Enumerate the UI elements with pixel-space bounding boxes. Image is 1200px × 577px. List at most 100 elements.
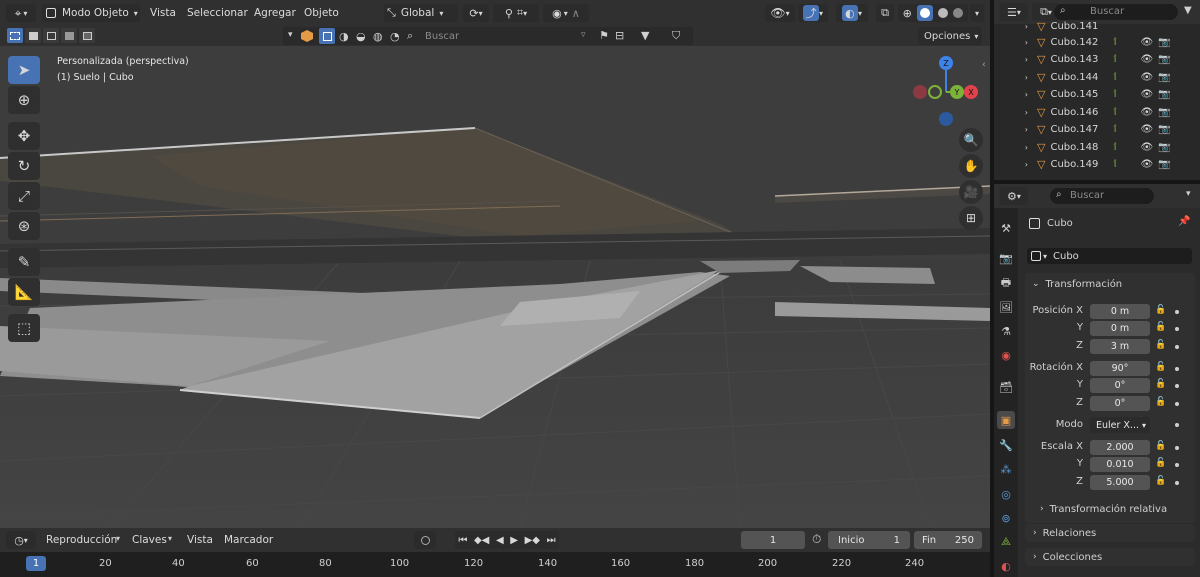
measure-tool[interactable]: 📐 <box>8 278 40 306</box>
camera-icon[interactable]: 📷 <box>1158 159 1170 170</box>
expand-arrow-icon[interactable]: › <box>994 73 1028 82</box>
outliner-row[interactable]: › ▽ Cubo.148 ٲ 👁 📷 <box>994 139 1200 156</box>
editor-type-button[interactable]: ⌖ ▾ <box>6 4 36 22</box>
collections-panel[interactable]: › Colecciones <box>1025 548 1195 566</box>
scale-tool[interactable]: ⤢ <box>8 182 40 210</box>
location-y-field[interactable]: 0 m <box>1090 321 1150 336</box>
scale-x-field[interactable]: 2.000 <box>1090 440 1150 455</box>
keyframe-dot-icon[interactable] <box>1175 446 1179 450</box>
eye-icon[interactable]: 👁 <box>1140 107 1153 118</box>
stopwatch-icon[interactable]: ⏱ <box>812 532 821 547</box>
select-invert-icon[interactable] <box>61 28 77 43</box>
physics-tab-icon[interactable]: ◎ <box>997 485 1015 503</box>
properties-search-input[interactable]: ⌕ Buscar <box>1050 188 1154 204</box>
world-filter-icon[interactable]: ◒ <box>356 30 366 43</box>
lock-icon[interactable]: 🔓 <box>1155 441 1166 451</box>
keyframe-dot-icon[interactable] <box>1175 345 1179 349</box>
options-dropdown[interactable]: Opciones ▾ <box>918 27 982 45</box>
clear-icon[interactable]: ▿ <box>581 30 586 40</box>
rotation-z-field[interactable]: 0° <box>1090 396 1150 411</box>
current-frame-field[interactable]: 1 <box>741 531 805 549</box>
scale-z-field[interactable]: 5.000 <box>1090 475 1150 490</box>
visibility-dropdown[interactable]: 👁 ▾ <box>765 4 795 22</box>
eye-icon[interactable]: 👁 <box>1140 142 1153 153</box>
keyframe-dot-icon[interactable] <box>1175 327 1179 331</box>
wireframe-shading-icon[interactable]: ⊕ <box>903 7 912 20</box>
camera-icon[interactable]: 📷 <box>1158 142 1170 153</box>
search-input[interactable]: Buscar <box>425 31 459 42</box>
rendered-shading-icon[interactable] <box>953 8 964 18</box>
menu-seleccionar[interactable]: Seleccionar <box>187 7 248 19</box>
eye-icon[interactable]: 👁 <box>1140 89 1153 100</box>
view-layer-tab-icon[interactable]: 🖼 <box>997 298 1015 316</box>
particles-tab-icon[interactable]: ⁂ <box>997 460 1015 478</box>
lock-icon[interactable]: 🔓 <box>1155 340 1166 350</box>
lock-icon[interactable]: 🔓 <box>1155 362 1166 372</box>
transform-panel-header[interactable]: ⌄ Transformación <box>1025 276 1195 292</box>
properties-editor-type-button[interactable]: ⚙ ▾ <box>1000 187 1028 205</box>
zoom-button[interactable]: 🔍 <box>959 128 983 152</box>
menu-vista-timeline[interactable]: Vista <box>187 534 213 546</box>
menu-objeto[interactable]: Objeto <box>304 7 339 19</box>
play-reverse-icon[interactable]: ◀ <box>496 535 504 546</box>
start-frame-field[interactable]: Inicio 1 <box>828 531 910 549</box>
object-tab-icon[interactable]: ▣ <box>997 411 1015 429</box>
expand-arrow-icon[interactable]: › <box>994 108 1028 117</box>
camera-icon[interactable]: 📷 <box>1158 54 1170 65</box>
scale-y-field[interactable]: 0.010 <box>1090 457 1150 472</box>
camera-icon[interactable]: 📷 <box>1158 107 1170 118</box>
relations-panel[interactable]: › Relaciones <box>1025 524 1195 542</box>
delta-transform-subpanel[interactable]: › Transformación relativa <box>1040 502 1190 516</box>
mode-dropdown[interactable]: Modo Objeto ▾ <box>42 4 140 22</box>
lock-icon[interactable]: 🔓 <box>1155 476 1166 486</box>
select-intersect-icon[interactable] <box>79 28 95 43</box>
location-x-field[interactable]: 0 m <box>1090 304 1150 319</box>
axis-x-icon[interactable]: X <box>964 85 978 99</box>
orientation-dropdown[interactable]: ⤡ Global ▾ <box>384 4 458 22</box>
object-name-field[interactable]: ▾ Cubo <box>1027 248 1192 264</box>
menu-agregar[interactable]: Agregar <box>254 7 296 19</box>
menu-claves[interactable]: Claves <box>132 534 167 546</box>
lock-icon[interactable]: 🔓 <box>1155 397 1166 407</box>
keyframe-dot-icon[interactable] <box>1175 367 1179 371</box>
pan-button[interactable]: ✋ <box>959 154 983 178</box>
keyframe-dot-icon[interactable] <box>1175 481 1179 485</box>
shading-options-dropdown[interactable]: ▾ <box>970 4 984 22</box>
material-filter-icon[interactable]: ◑ <box>339 30 349 43</box>
end-frame-field[interactable]: Fin 250 <box>914 531 982 549</box>
menu-marcador[interactable]: Marcador <box>224 534 273 546</box>
outliner-row[interactable]: › ▽ Cubo.146 ٲ 👁 📷 <box>994 104 1200 121</box>
select-box-tool[interactable]: ➤ <box>8 56 40 84</box>
camera-view-button[interactable]: 🎥 <box>959 180 983 204</box>
expand-arrow-icon[interactable]: › <box>994 38 1028 47</box>
rotation-x-field[interactable]: 90° <box>1090 361 1150 376</box>
axis-neg-x-icon[interactable] <box>913 85 927 99</box>
playhead-frame[interactable]: 1 <box>26 556 46 571</box>
lock-icon[interactable]: 🔓 <box>1155 322 1166 332</box>
axis-z-icon[interactable]: Z <box>939 56 953 70</box>
collection-tab-icon[interactable]: 🗃 <box>997 378 1015 396</box>
eye-icon[interactable]: 👁 <box>1140 159 1153 170</box>
lock-icon[interactable]: 🔓 <box>1155 458 1166 468</box>
pivot-dropdown[interactable]: ⟳ ▾ <box>463 4 489 22</box>
axis-neg-z-icon[interactable] <box>939 112 953 126</box>
keyframe-dot-icon[interactable] <box>1175 463 1179 467</box>
keyframe-dot-icon[interactable] <box>1175 384 1179 388</box>
bookmark-icon[interactable]: ⚑ <box>599 29 609 42</box>
navigation-gizmo[interactable]: Z Y X <box>910 52 980 128</box>
outliner-row[interactable]: › ▽ Cubo.144 ٲ 👁 📷 <box>994 69 1200 86</box>
play-icon[interactable]: ▶ <box>510 535 518 546</box>
expand-arrow-icon[interactable]: › <box>994 125 1028 134</box>
overlays-dropdown[interactable]: ◐ ▾ <box>836 4 868 22</box>
data-tab-icon[interactable]: ⟁ <box>997 533 1015 551</box>
outliner-row[interactable]: › ▽ Cubo.143 ٲ 👁 📷 <box>994 51 1200 68</box>
modifiers-tab-icon[interactable]: 🔧 <box>997 436 1015 454</box>
cursor-tool[interactable]: ⊕ <box>8 86 40 114</box>
prev-keyframe-icon[interactable]: ◆◀ <box>474 535 489 546</box>
jump-end-icon[interactable]: ⏭ <box>547 535 556 546</box>
camera-icon[interactable]: 📷 <box>1158 124 1170 135</box>
rotation-y-field[interactable]: 0° <box>1090 378 1150 393</box>
outliner-row[interactable]: › ▽ Cubo.142 ٲ 👁 📷 <box>994 34 1200 51</box>
light-filter-icon[interactable]: ◔ <box>390 30 400 43</box>
object-filter-icon[interactable] <box>319 28 335 44</box>
